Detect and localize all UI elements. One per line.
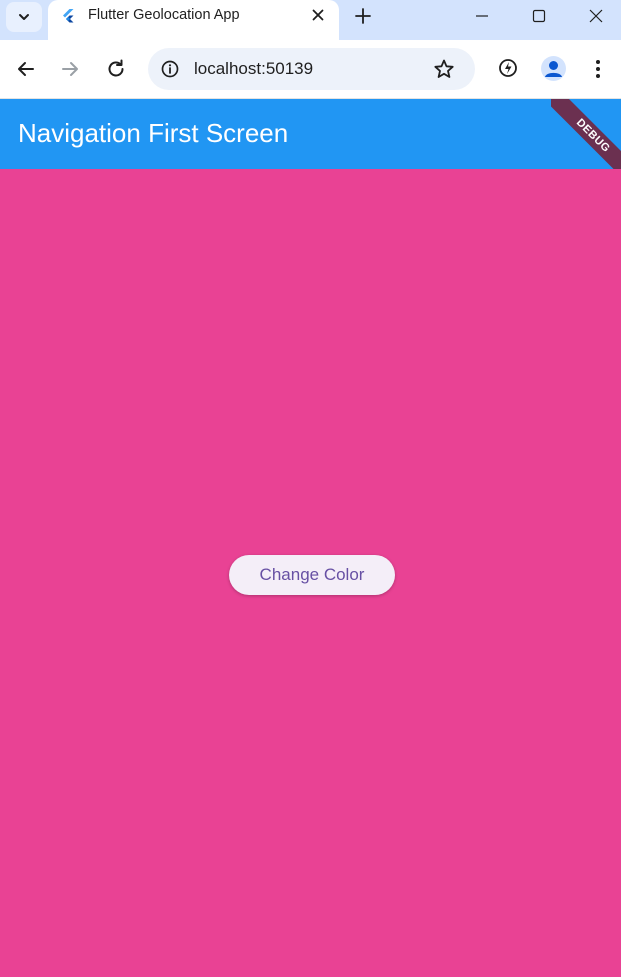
back-icon[interactable] (14, 57, 38, 81)
page-title: Navigation First Screen (18, 118, 289, 148)
tab-title: Flutter Geolocation App (88, 7, 240, 23)
app-bar: Navigation First Screen (0, 99, 621, 169)
flutter-icon (63, 9, 74, 23)
star-icon[interactable] (433, 58, 455, 80)
profile-icon[interactable] (541, 56, 566, 81)
chevron-down-icon (19, 14, 29, 20)
debug-ribbon: DEBUG (551, 99, 621, 169)
plus-icon[interactable] (352, 5, 374, 27)
change-color-button[interactable]: Change Color (229, 555, 395, 595)
tab-search-button[interactable] (6, 2, 42, 32)
forward-icon[interactable] (58, 57, 82, 81)
site-info-icon[interactable] (160, 59, 180, 79)
reload-icon[interactable] (104, 57, 128, 81)
tab-strip: Flutter Geolocation App (0, 0, 621, 40)
screen-body: Change Color (0, 169, 621, 977)
maximize-icon[interactable] (530, 7, 548, 25)
active-tab[interactable]: Flutter Geolocation App (48, 0, 339, 40)
debug-label: DEBUG (573, 116, 613, 155)
window-close-icon[interactable] (587, 7, 605, 25)
browser-toolbar: localhost:50139 (0, 40, 621, 99)
close-icon[interactable] (310, 7, 326, 23)
debug-banner: DEBUG (551, 99, 621, 169)
performance-icon[interactable] (497, 57, 519, 79)
url-text[interactable]: localhost:50139 (194, 59, 313, 79)
address-bar[interactable]: localhost:50139 (148, 48, 475, 90)
minimize-icon[interactable] (473, 7, 491, 25)
more-vert-icon[interactable] (587, 56, 609, 82)
